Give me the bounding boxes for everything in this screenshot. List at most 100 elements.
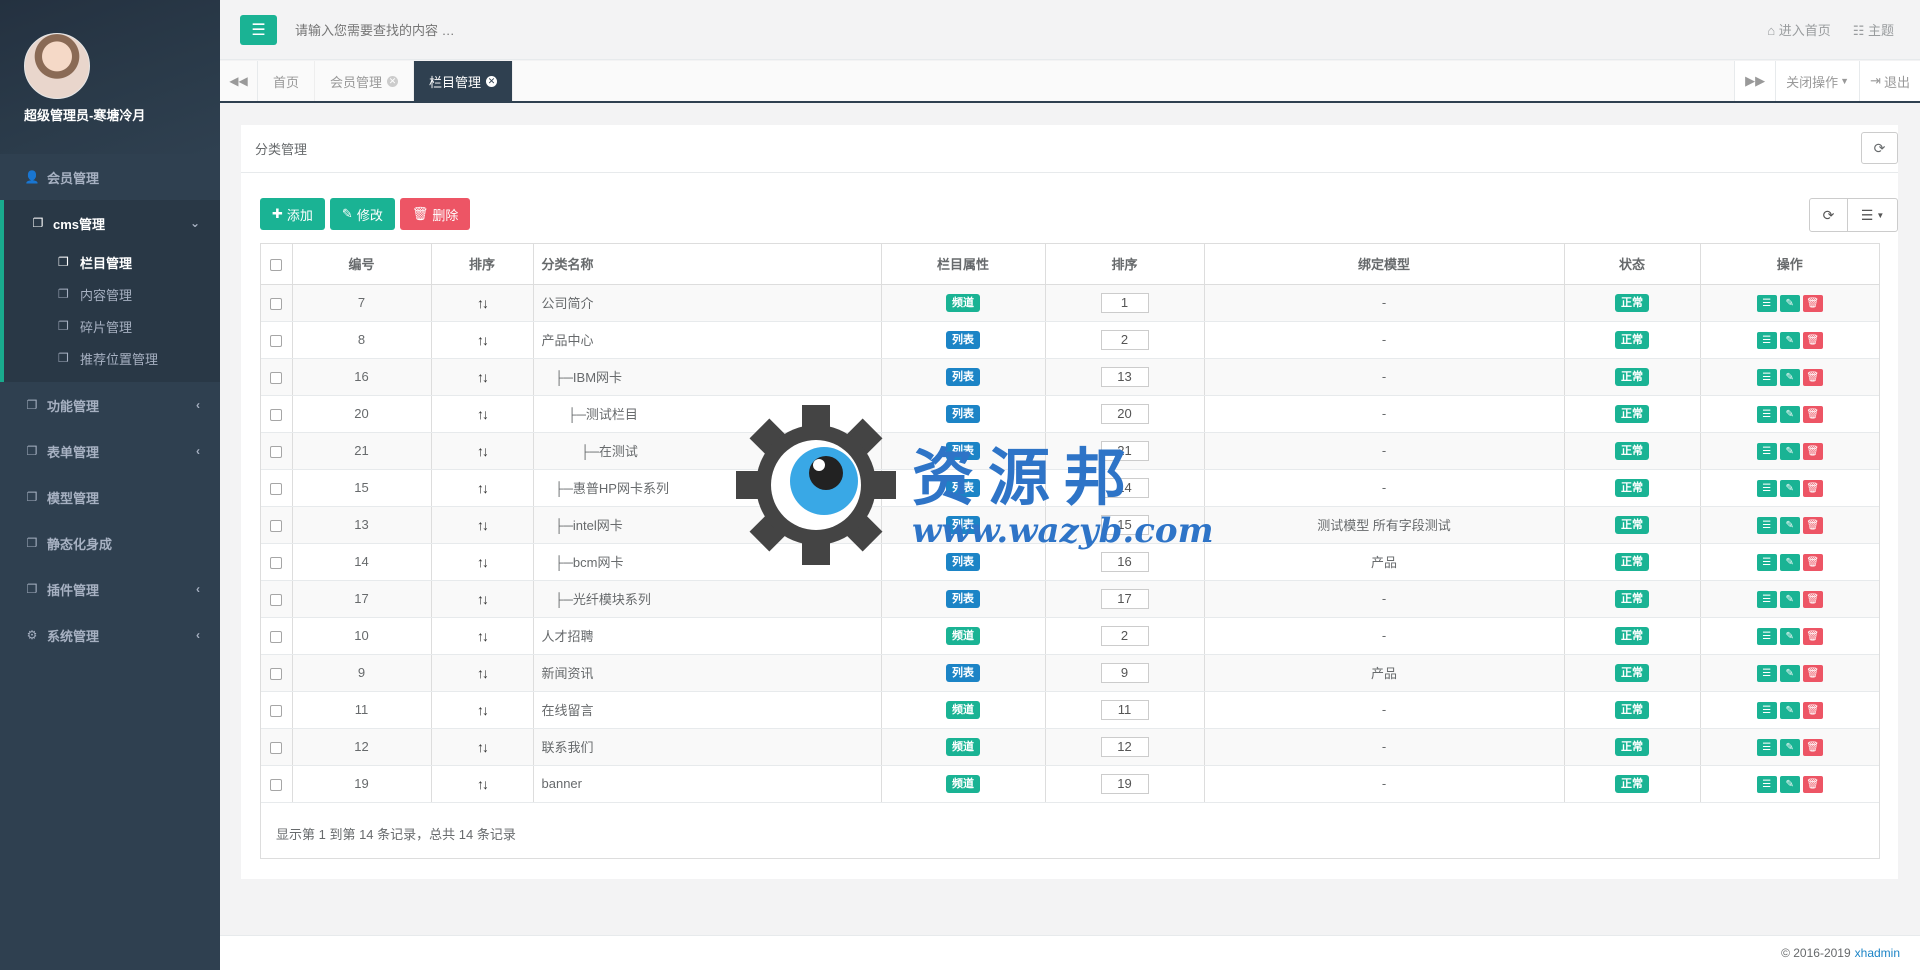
select-all-checkbox[interactable] bbox=[270, 258, 283, 271]
list-icon[interactable]: ☰ bbox=[1756, 627, 1777, 645]
sort-input[interactable] bbox=[1100, 329, 1149, 350]
sort-input[interactable] bbox=[1100, 588, 1149, 609]
sidebar-item[interactable]: ❐ 模型管理 bbox=[0, 474, 220, 520]
profile-name[interactable]: 超级管理员-寒塘冷月 bbox=[24, 105, 220, 124]
list-icon[interactable]: ☰ bbox=[1756, 294, 1777, 312]
tab-scroll-left-button[interactable]: ◀◀ bbox=[220, 61, 258, 101]
pencil-icon[interactable]: ✎ bbox=[1779, 775, 1800, 793]
add-button[interactable]: ✚ 添加 bbox=[260, 198, 325, 230]
trash-icon[interactable]: 🗑 bbox=[1802, 775, 1823, 793]
table-row[interactable]: 20 ↑↓ ├─测试栏目 列表 - 正常 ☰✎🗑 bbox=[261, 395, 1879, 433]
list-icon[interactable]: ☰ bbox=[1756, 775, 1777, 793]
pencil-icon[interactable]: ✎ bbox=[1779, 294, 1800, 312]
tab-0[interactable]: 首页 bbox=[258, 61, 316, 101]
subnav-item[interactable]: ❐ 碎片管理 bbox=[4, 310, 220, 342]
row-checkbox[interactable] bbox=[270, 519, 283, 532]
sort-arrows-icon[interactable]: ↑↓ bbox=[477, 480, 489, 496]
row-checkbox[interactable] bbox=[270, 371, 283, 384]
table-row[interactable]: 17 ↑↓ ├─光纤模块系列 列表 - 正常 ☰✎🗑 bbox=[261, 580, 1879, 618]
pencil-icon[interactable]: ✎ bbox=[1779, 664, 1800, 682]
row-checkbox[interactable] bbox=[270, 334, 283, 347]
sort-arrows-icon[interactable]: ↑↓ bbox=[477, 776, 489, 792]
table-row[interactable]: 9 ↑↓ 新闻资讯 列表 产品 正常 ☰✎🗑 bbox=[261, 654, 1879, 692]
menu-toggle-button[interactable]: ☰ bbox=[240, 15, 277, 45]
sort-arrows-icon[interactable]: ↑↓ bbox=[477, 702, 489, 718]
list-icon[interactable]: ☰ bbox=[1756, 442, 1777, 460]
table-row[interactable]: 12 ↑↓ 联系我们 频道 - 正常 ☰✎🗑 bbox=[261, 728, 1879, 766]
sidebar-item[interactable]: ❐ 静态化身成 bbox=[0, 520, 220, 566]
tab-2[interactable]: 栏目管理 ✕ bbox=[414, 61, 514, 101]
trash-icon[interactable]: 🗑 bbox=[1802, 294, 1823, 312]
table-row[interactable]: 15 ↑↓ ├─惠普HP网卡系列 列表 - 正常 ☰✎🗑 bbox=[261, 469, 1879, 507]
sort-arrows-icon[interactable]: ↑↓ bbox=[477, 739, 489, 755]
sort-arrows-icon[interactable]: ↑↓ bbox=[477, 295, 489, 311]
logout-button[interactable]: ⇥ 退出 bbox=[1859, 61, 1920, 101]
row-checkbox[interactable] bbox=[270, 778, 283, 791]
list-icon[interactable]: ☰ bbox=[1756, 479, 1777, 497]
sidebar-item[interactable]: ❐ cms管理 ⌄ bbox=[4, 200, 220, 246]
sort-input[interactable] bbox=[1100, 366, 1149, 387]
table-row[interactable]: 16 ↑↓ ├─IBM网卡 列表 - 正常 ☰✎🗑 bbox=[261, 358, 1879, 396]
tab-1[interactable]: 会员管理 ✕ bbox=[315, 61, 415, 101]
home-link[interactable]: ⌂ 进入首页 bbox=[1767, 20, 1831, 39]
row-checkbox[interactable] bbox=[270, 704, 283, 717]
close-icon[interactable]: ✕ bbox=[387, 75, 399, 87]
trash-icon[interactable]: 🗑 bbox=[1802, 516, 1823, 534]
row-checkbox[interactable] bbox=[270, 593, 283, 606]
table-row[interactable]: 13 ↑↓ ├─intel网卡 列表 测试模型 所有字段测试 正常 ☰✎🗑 bbox=[261, 506, 1879, 544]
list-icon[interactable]: ☰ bbox=[1756, 553, 1777, 571]
sort-input[interactable] bbox=[1100, 736, 1149, 757]
edit-button[interactable]: ✎ 修改 bbox=[329, 198, 395, 230]
table-row[interactable]: 8 ↑↓ 产品中心 列表 - 正常 ☰✎🗑 bbox=[261, 321, 1879, 359]
table-row[interactable]: 19 ↑↓ banner 频道 - 正常 ☰✎🗑 bbox=[261, 765, 1879, 803]
sidebar-item[interactable]: ❐ 功能管理 ‹ bbox=[0, 382, 220, 428]
list-icon[interactable]: ☰ bbox=[1756, 405, 1777, 423]
close-ops-dropdown[interactable]: 关闭操作 ▼ bbox=[1775, 61, 1860, 101]
trash-icon[interactable]: 🗑 bbox=[1802, 442, 1823, 460]
table-row[interactable]: 10 ↑↓ 人才招聘 频道 - 正常 ☰✎🗑 bbox=[261, 617, 1879, 655]
search-input[interactable] bbox=[295, 18, 695, 42]
table-row[interactable]: 21 ↑↓ ├─在测试 列表 - 正常 ☰✎🗑 bbox=[261, 432, 1879, 470]
sort-arrows-icon[interactable]: ↑↓ bbox=[477, 628, 489, 644]
sort-arrows-icon[interactable]: ↑↓ bbox=[477, 332, 489, 348]
sort-input[interactable] bbox=[1100, 292, 1149, 313]
row-checkbox[interactable] bbox=[270, 408, 283, 421]
columns-toggle-button[interactable]: ☰ ▼ bbox=[1847, 199, 1897, 231]
list-icon[interactable]: ☰ bbox=[1756, 738, 1777, 756]
avatar[interactable] bbox=[24, 33, 90, 99]
pencil-icon[interactable]: ✎ bbox=[1779, 701, 1800, 719]
table-refresh-button[interactable]: ⟳ bbox=[1810, 199, 1847, 231]
sort-input[interactable] bbox=[1100, 773, 1149, 794]
close-icon[interactable]: ✕ bbox=[486, 75, 498, 87]
pencil-icon[interactable]: ✎ bbox=[1779, 553, 1800, 571]
sort-arrows-icon[interactable]: ↑↓ bbox=[477, 591, 489, 607]
panel-refresh-button[interactable]: ⟳ bbox=[1861, 132, 1898, 164]
sort-input[interactable] bbox=[1100, 699, 1149, 720]
sort-arrows-icon[interactable]: ↑↓ bbox=[477, 517, 489, 533]
list-icon[interactable]: ☰ bbox=[1756, 664, 1777, 682]
pencil-icon[interactable]: ✎ bbox=[1779, 442, 1800, 460]
row-checkbox[interactable] bbox=[270, 556, 283, 569]
sidebar-item[interactable]: ⚙ 系统管理 ‹ bbox=[0, 612, 220, 658]
pencil-icon[interactable]: ✎ bbox=[1779, 516, 1800, 534]
trash-icon[interactable]: 🗑 bbox=[1802, 479, 1823, 497]
table-row[interactable]: 11 ↑↓ 在线留言 频道 - 正常 ☰✎🗑 bbox=[261, 691, 1879, 729]
table-row[interactable]: 7 ↑↓ 公司简介 频道 - 正常 ☰✎🗑 bbox=[261, 284, 1879, 322]
pencil-icon[interactable]: ✎ bbox=[1779, 479, 1800, 497]
sort-arrows-icon[interactable]: ↑↓ bbox=[477, 665, 489, 681]
trash-icon[interactable]: 🗑 bbox=[1802, 368, 1823, 386]
pencil-icon[interactable]: ✎ bbox=[1779, 331, 1800, 349]
sort-input[interactable] bbox=[1100, 551, 1149, 572]
pencil-icon[interactable]: ✎ bbox=[1779, 590, 1800, 608]
trash-icon[interactable]: 🗑 bbox=[1802, 553, 1823, 571]
row-checkbox[interactable] bbox=[270, 445, 283, 458]
sort-input[interactable] bbox=[1100, 403, 1149, 424]
pencil-icon[interactable]: ✎ bbox=[1779, 368, 1800, 386]
sort-arrows-icon[interactable]: ↑↓ bbox=[477, 443, 489, 459]
trash-icon[interactable]: 🗑 bbox=[1802, 738, 1823, 756]
trash-icon[interactable]: 🗑 bbox=[1802, 701, 1823, 719]
delete-button[interactable]: 🗑 删除 bbox=[399, 198, 471, 230]
row-checkbox[interactable] bbox=[270, 741, 283, 754]
row-checkbox[interactable] bbox=[270, 297, 283, 310]
trash-icon[interactable]: 🗑 bbox=[1802, 664, 1823, 682]
